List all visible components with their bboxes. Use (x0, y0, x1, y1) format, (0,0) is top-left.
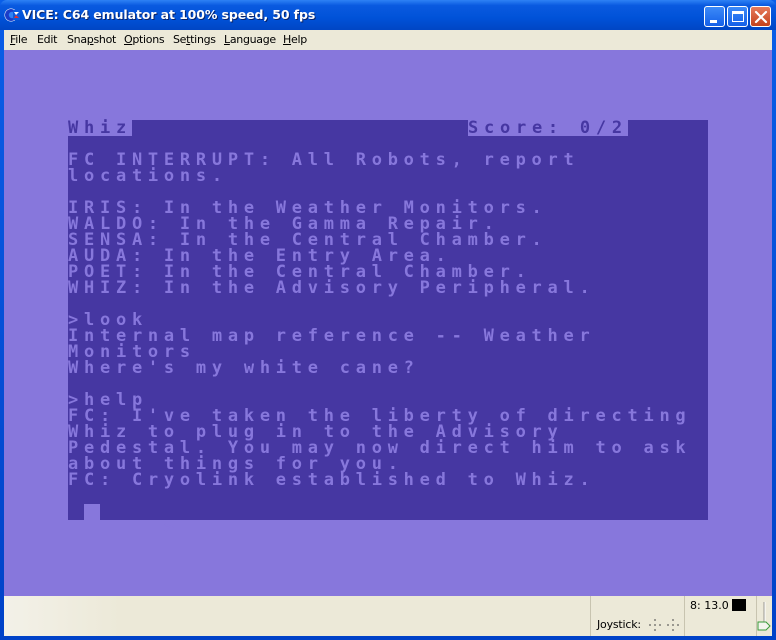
output-line: WHIZ: In the Advisory Peripheral. (68, 278, 596, 298)
menu-bar: File Edit Snapshot Options Settings Lang… (4, 30, 772, 50)
joystick-label: Joystick: (597, 618, 641, 631)
drive-led (732, 599, 746, 611)
vice-window: VICE: C64 emulator at 100% speed, 50 fps… (0, 0, 776, 640)
maximize-icon (732, 11, 744, 22)
commodore-logo-icon (4, 8, 20, 22)
prompt: > (163, 518, 180, 538)
drive-status: 8: 13.0 (686, 596, 757, 636)
close-icon (754, 10, 768, 24)
window-frame-bottom (0, 636, 776, 640)
text-cursor (84, 504, 100, 520)
drive-track: 8: 13.0 (690, 599, 729, 612)
output-line: locations. (68, 166, 228, 186)
minimize-icon (710, 20, 717, 23)
menu-snapshot[interactable]: Snapshot (67, 33, 116, 46)
menu-file[interactable]: File (10, 33, 28, 46)
c64-screen[interactable]: Whiz Score: 0/2 FC INTERRUPT: All Robots… (68, 118, 708, 537)
input-line[interactable]: > (68, 504, 708, 537)
window-title: VICE: C64 emulator at 100% speed, 50 fps (22, 7, 316, 22)
output-line: Where's my white cane? (68, 358, 420, 378)
menu-edit[interactable]: Edit (37, 33, 57, 46)
title-bar[interactable]: VICE: C64 emulator at 100% speed, 50 fps (0, 0, 776, 30)
menu-language[interactable]: Language (224, 33, 276, 46)
status-line: Whiz Score: 0/2 (68, 118, 708, 138)
menu-help[interactable]: Help (283, 33, 307, 46)
minimize-button[interactable] (704, 6, 725, 27)
joystick-indicator-icon (649, 619, 679, 631)
status-score: Score: 0/2 (468, 118, 628, 138)
menu-settings[interactable]: Settings (173, 33, 216, 46)
status-bar: Joystick: 8: 13.0 (4, 596, 772, 636)
close-button[interactable] (750, 6, 771, 27)
output-line: FC: Cryolink established to Whiz. (68, 470, 596, 490)
status-message-area (4, 596, 591, 636)
volume-slider[interactable] (756, 600, 772, 634)
status-location: Whiz (68, 118, 132, 138)
joystick-status: Joystick: (592, 596, 685, 636)
maximize-button[interactable] (727, 6, 748, 27)
menu-options[interactable]: Options (124, 33, 165, 46)
